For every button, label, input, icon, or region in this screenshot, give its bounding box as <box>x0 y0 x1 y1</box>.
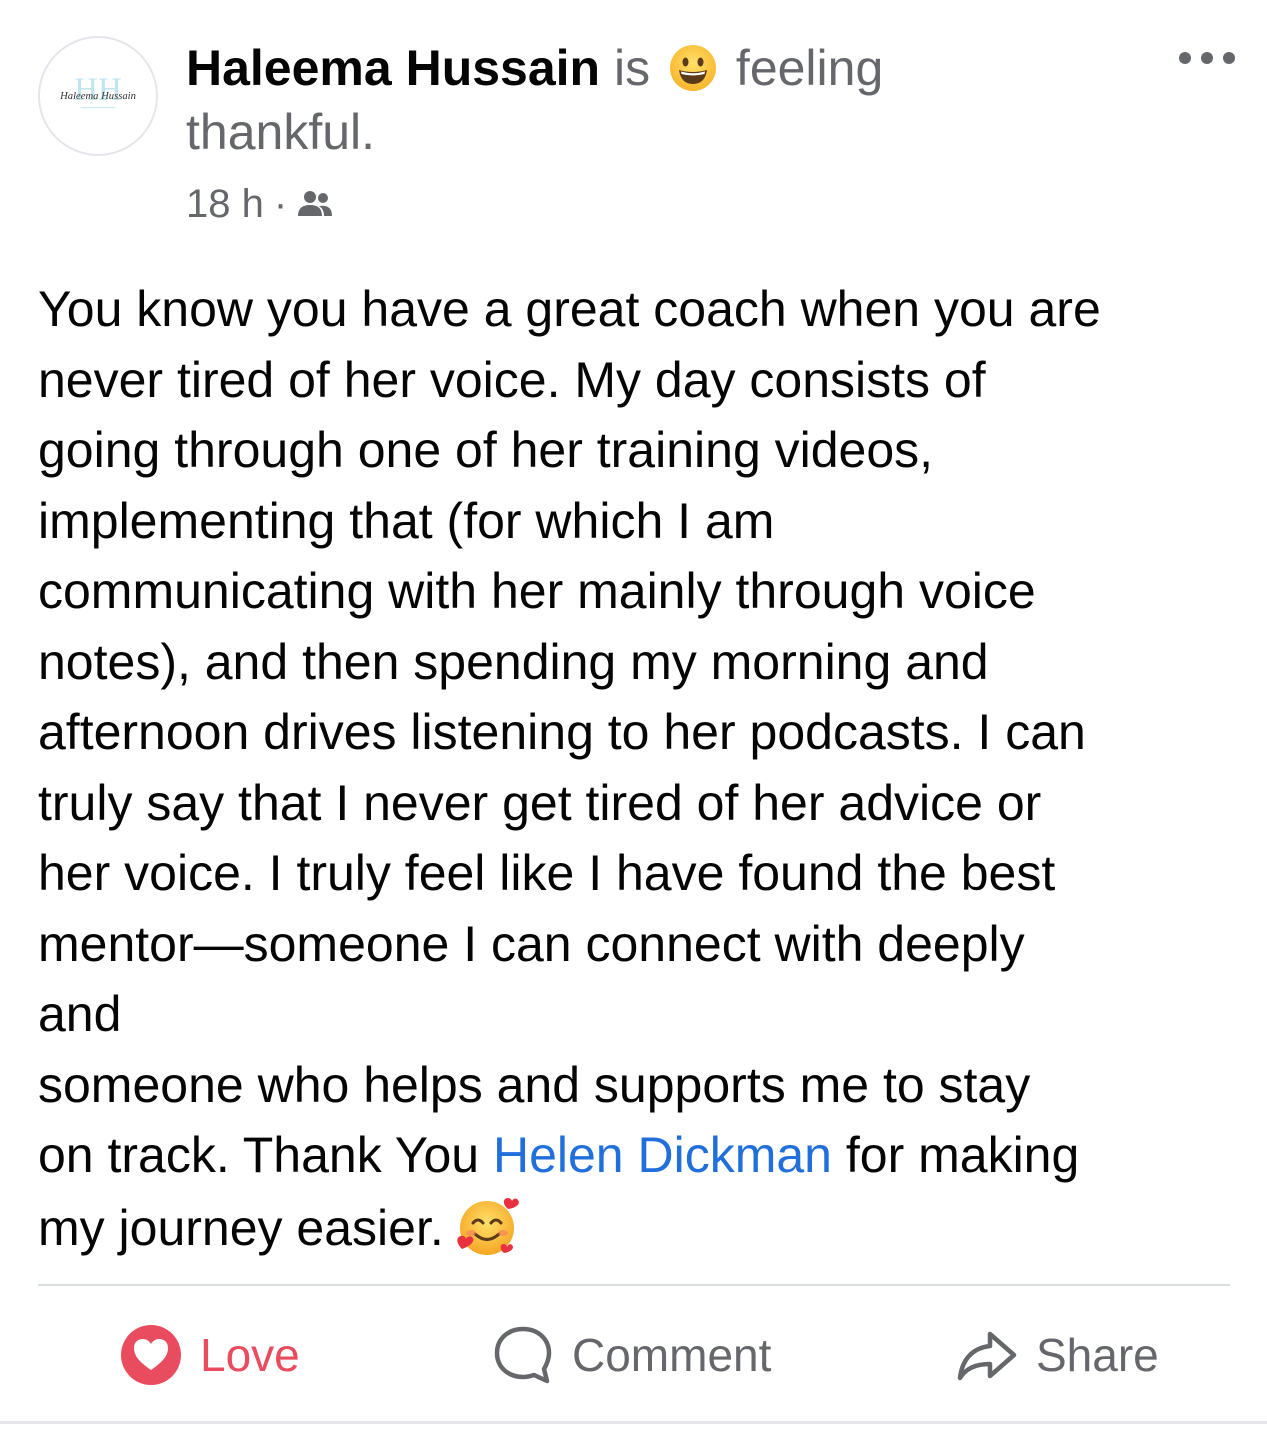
post-line: someone who helps and supports me to sta… <box>38 1056 1031 1113</box>
post-line: going through one of her training videos… <box>38 422 934 478</box>
post-text: You know you have a great coach when you… <box>38 274 1238 1263</box>
comment-button[interactable]: Comment <box>492 1310 771 1400</box>
facebook-post: HH Haleema Hussain Haleema Hussain is fe… <box>0 0 1267 1440</box>
post-divider <box>38 1284 1230 1286</box>
feeling-label[interactable]: feeling <box>736 40 883 96</box>
avatar[interactable]: HH Haleema Hussain <box>38 36 158 156</box>
post-line-segment: on track. Thank You <box>38 1127 493 1183</box>
action-bar: Love Comment Share <box>0 1310 1267 1400</box>
love-label: Love <box>200 1329 300 1381</box>
post-meta: 18 h · <box>186 176 333 232</box>
feed-separator <box>0 1421 1267 1424</box>
post-time[interactable]: 18 h <box>186 182 264 227</box>
more-options-button[interactable] <box>1172 38 1242 78</box>
post-line-segment: my journey easier. <box>38 1199 444 1256</box>
post-line: my journey easier. <box>38 1191 1238 1264</box>
grinning-face-icon <box>670 45 717 91</box>
post-line: her voice. I truly feel like I have foun… <box>38 845 1056 901</box>
smiling-face-with-hearts-icon <box>457 1197 519 1255</box>
post-line: and <box>38 986 122 1042</box>
svg-text:HH: HH <box>74 72 121 108</box>
comment-icon <box>494 1326 552 1384</box>
meta-separator: · <box>273 181 288 226</box>
post-line: communicating with her mainly through vo… <box>38 563 1036 619</box>
comment-label: Comment <box>572 1329 772 1381</box>
friends-icon[interactable] <box>297 189 333 219</box>
post-header: Haleema Hussain is feeling thankful. <box>186 36 1086 164</box>
post-line: notes), and then spending my morning and <box>38 633 989 690</box>
love-reaction-icon <box>121 1325 181 1385</box>
post-line: implementing that (for which I am <box>38 492 775 549</box>
post-line: truly say that I never get tired of her … <box>38 774 1042 831</box>
share-label: Share <box>1036 1329 1159 1381</box>
post-line: mentor—someone I can connect with deeply <box>38 915 1025 972</box>
author-name[interactable]: Haleema Hussain <box>186 40 600 96</box>
more-icon <box>1179 52 1235 64</box>
svg-text:Haleema Hussain: Haleema Hussain <box>59 91 136 102</box>
post-line: on track. Thank You Helen Dickman for ma… <box>38 1120 1238 1191</box>
post-line: afternoon drives listening to her podcas… <box>38 704 1086 760</box>
feeling-value[interactable]: thankful. <box>186 104 375 160</box>
post-line-segment: for making <box>831 1127 1080 1183</box>
mention-link[interactable]: Helen Dickman <box>493 1127 832 1183</box>
share-button[interactable]: Share <box>956 1310 1159 1400</box>
post-line: never tired of her voice. My day consist… <box>38 351 986 408</box>
love-button[interactable]: Love <box>120 1310 300 1400</box>
avatar-logo: HH Haleema Hussain <box>59 72 136 109</box>
share-icon <box>957 1331 1017 1381</box>
post-line: You know you have a great coach when you… <box>38 281 1101 337</box>
feeling-connector: is <box>614 40 651 96</box>
